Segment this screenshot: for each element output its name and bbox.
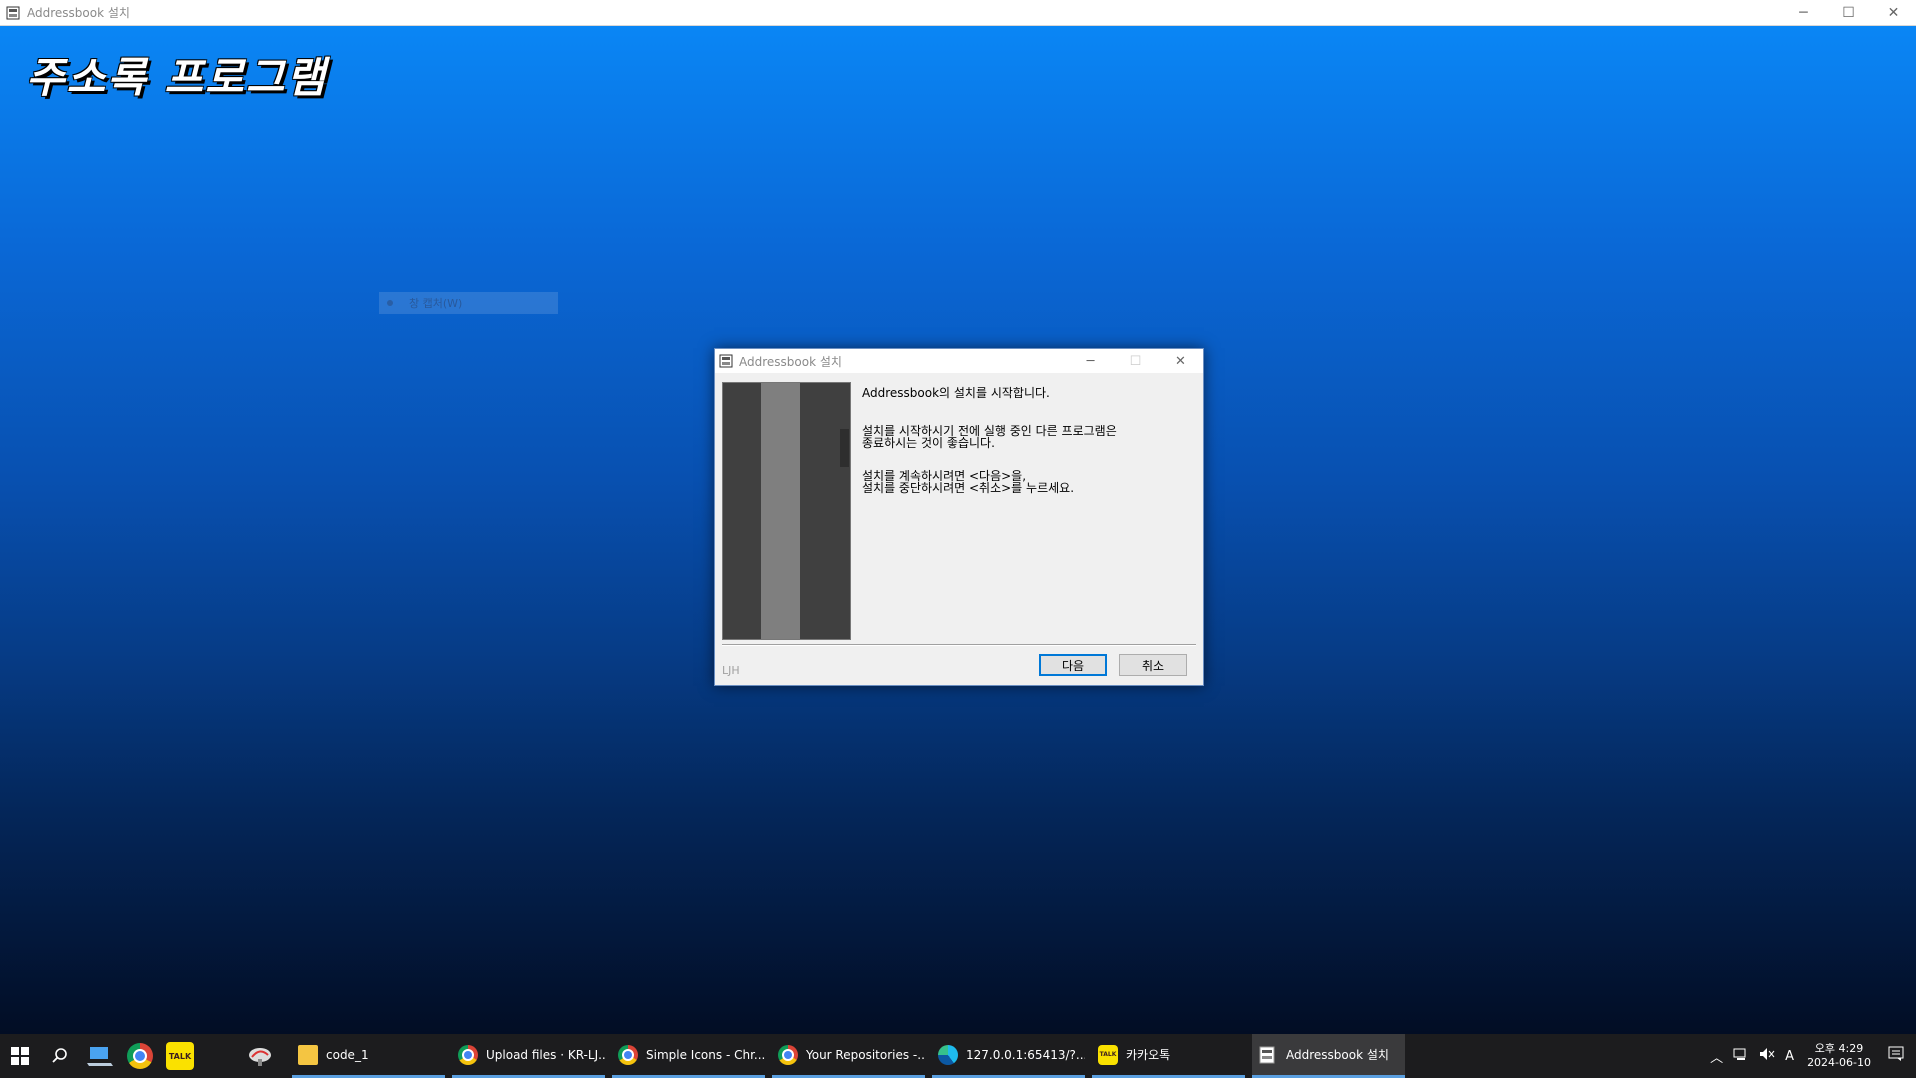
taskbar-item-file-explorer[interactable]: code_1 bbox=[292, 1034, 445, 1078]
dialog-separator bbox=[722, 644, 1196, 646]
taskbar-item-kakaotalk[interactable]: TALK 카카오톡 bbox=[1092, 1034, 1245, 1078]
close-button[interactable]: ✕ bbox=[1871, 0, 1916, 25]
task-label: code_1 bbox=[326, 1047, 369, 1062]
taskbar-item-edge[interactable]: 127.0.0.1:65413/?... bbox=[932, 1034, 1085, 1078]
cancel-instruction: 설치를 중단하시려면 <취소>를 누르세요. bbox=[862, 481, 1075, 495]
installer-app-icon bbox=[6, 6, 20, 20]
dialog-close-button[interactable]: ✕ bbox=[1158, 354, 1203, 369]
taskbar-item-addressbook-setup[interactable]: Addressbook 설치 bbox=[1252, 1034, 1405, 1078]
search-button[interactable] bbox=[40, 1034, 80, 1078]
task-label: Addressbook 설치 bbox=[1286, 1048, 1389, 1062]
welcome-message: Addressbook의 설치를 시작합니다. bbox=[862, 386, 1050, 400]
folder-icon bbox=[298, 1044, 318, 1065]
taskbar: TALK code_1 Upload files · KR-LJ... Simp… bbox=[0, 1034, 1916, 1078]
pinned-explorer-app[interactable] bbox=[80, 1034, 120, 1078]
chrome-icon bbox=[778, 1044, 798, 1065]
side-banner-image bbox=[722, 382, 851, 640]
chevron-up-icon[interactable]: ︿ bbox=[1710, 1047, 1723, 1066]
ghost-menu-label: 창 캡처(W) bbox=[409, 297, 463, 310]
cancel-button[interactable]: 취소 bbox=[1119, 654, 1187, 676]
taskbar-item-chrome-icons[interactable]: Simple Icons - Chr... bbox=[612, 1034, 765, 1078]
network-icon[interactable] bbox=[1733, 1047, 1749, 1065]
maximize-button[interactable]: ☐ bbox=[1826, 0, 1871, 25]
task-label: Simple Icons - Chr... bbox=[646, 1047, 765, 1062]
menu-dot-icon bbox=[387, 300, 393, 306]
chrome-icon bbox=[127, 1043, 153, 1069]
taskbar-item-chrome-upload[interactable]: Upload files · KR-LJ... bbox=[452, 1034, 605, 1078]
ghost-menu-item: 창 캡처(W) bbox=[379, 292, 558, 314]
kakaotalk-icon: TALK bbox=[1098, 1044, 1118, 1065]
laptop-icon bbox=[87, 1047, 113, 1066]
pinned-kakaotalk[interactable]: TALK bbox=[160, 1034, 200, 1078]
taskbar-item-chrome-repos[interactable]: Your Repositories -... bbox=[772, 1034, 925, 1078]
pinned-chrome[interactable] bbox=[120, 1034, 160, 1078]
ime-indicator[interactable]: A bbox=[1785, 1049, 1794, 1064]
notification-icon[interactable] bbox=[1888, 1046, 1904, 1066]
dialog-titlebar[interactable]: Addressbook 설치 ─ ☐ ✕ bbox=[715, 349, 1203, 373]
search-icon bbox=[52, 1048, 67, 1063]
banner-notch bbox=[840, 429, 849, 467]
next-button[interactable]: 다음 bbox=[1039, 654, 1107, 676]
minimize-button[interactable]: ─ bbox=[1781, 0, 1826, 25]
clock-time: 오후 4:29 bbox=[1814, 1042, 1864, 1055]
task-label: Upload files · KR-LJ... bbox=[486, 1047, 605, 1062]
window-title: Addressbook 설치 bbox=[27, 6, 130, 20]
banner-stripe bbox=[761, 383, 800, 639]
kakaotalk-icon: TALK bbox=[166, 1042, 194, 1070]
dialog-minimize-button[interactable]: ─ bbox=[1068, 354, 1113, 369]
pinned-app[interactable] bbox=[240, 1034, 280, 1078]
dialog-maximize-button[interactable]: ☐ bbox=[1113, 354, 1158, 369]
window-titlebar[interactable]: Addressbook 설치 ─ ☐ ✕ bbox=[0, 0, 1916, 26]
installer-icon bbox=[1258, 1045, 1278, 1065]
close-apps-message-2: 종료하시는 것이 좋습니다. bbox=[862, 436, 995, 450]
start-button[interactable] bbox=[0, 1034, 40, 1078]
task-label: Your Repositories -... bbox=[806, 1047, 925, 1062]
clock-date: 2024-06-10 bbox=[1807, 1056, 1871, 1069]
task-label: 127.0.0.1:65413/?... bbox=[966, 1047, 1085, 1062]
system-tray: ︿ A 오후 4:29 2024-06-10 bbox=[1705, 1034, 1916, 1078]
task-label: 카카오톡 bbox=[1126, 1048, 1171, 1062]
setup-dialog: Addressbook 설치 ─ ☐ ✕ Addressbook의 설치를 시작… bbox=[714, 348, 1204, 686]
installer-app-icon bbox=[719, 354, 733, 368]
edge-icon bbox=[938, 1044, 958, 1065]
chrome-icon bbox=[618, 1044, 638, 1065]
clock[interactable]: 오후 4:29 2024-06-10 bbox=[1807, 1042, 1871, 1070]
dialog-title: Addressbook 설치 bbox=[739, 354, 842, 369]
installer-heading: 주소록 프로그램 bbox=[26, 53, 328, 102]
windows-icon bbox=[11, 1047, 29, 1065]
volume-muted-icon[interactable] bbox=[1759, 1047, 1775, 1065]
chrome-icon bbox=[458, 1044, 478, 1065]
brand-label: LJH bbox=[722, 664, 740, 677]
cloud-app-icon bbox=[249, 1048, 271, 1066]
